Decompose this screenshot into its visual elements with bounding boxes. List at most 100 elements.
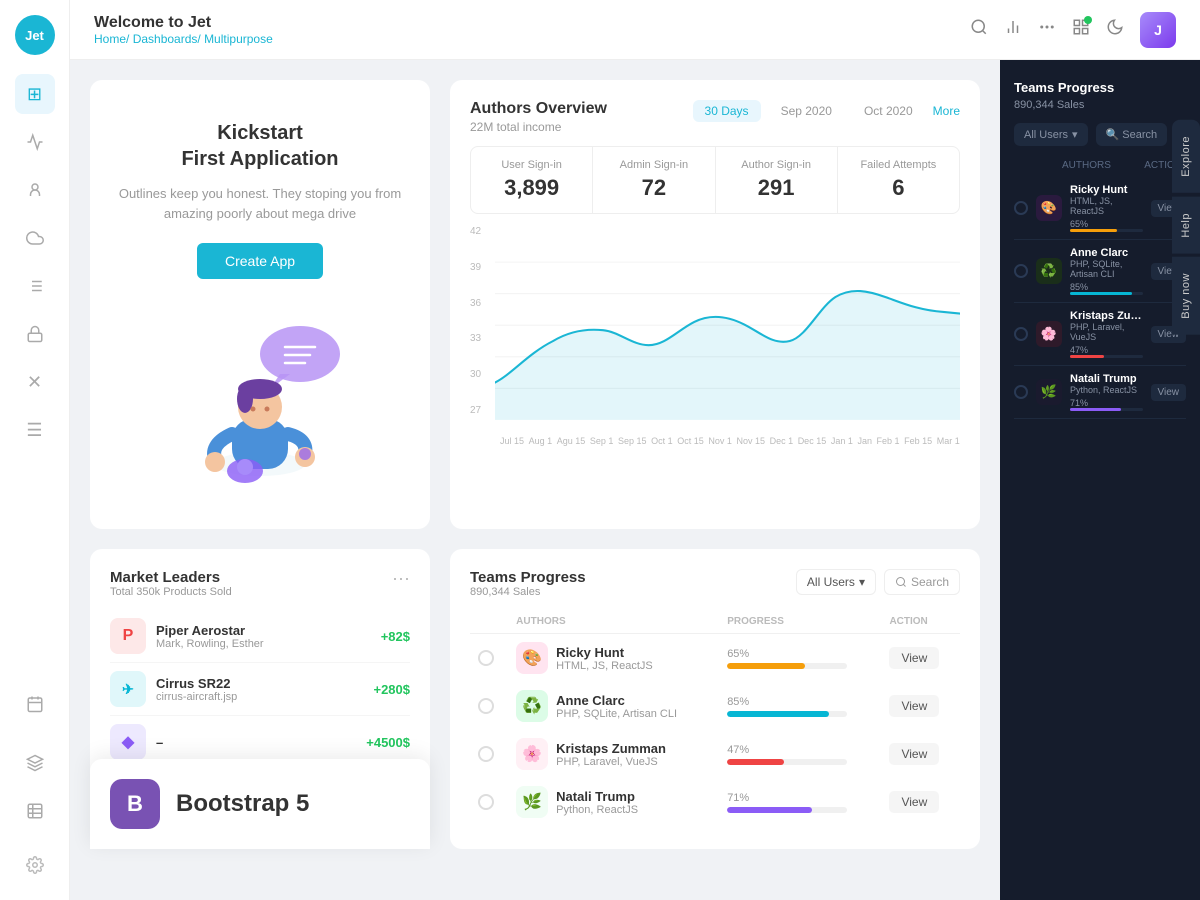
col-action: ACTION xyxy=(881,610,960,634)
dark-check-0[interactable] xyxy=(1014,201,1028,215)
top-row: Kickstart First Application Outlines kee… xyxy=(90,80,980,529)
page-title: Welcome to Jet xyxy=(94,14,970,32)
avatar[interactable]: J xyxy=(1140,12,1176,48)
search-box[interactable]: Search xyxy=(884,569,960,595)
row-progress-2: 47% xyxy=(719,730,881,778)
buy-now-tab[interactable]: Buy now xyxy=(1172,257,1200,335)
dark-check-2[interactable] xyxy=(1014,327,1028,341)
dark-teams-subtitle: 890,344 Sales xyxy=(1014,99,1186,111)
sidebar-item-layers[interactable] xyxy=(15,743,55,783)
view-button-3[interactable]: View xyxy=(889,791,939,813)
dark-filter[interactable]: All Users ▾ xyxy=(1014,123,1088,146)
main-content: Welcome to Jet Home/ Dashboards/ Multipu… xyxy=(70,0,1200,900)
dark-check-1[interactable] xyxy=(1014,264,1028,278)
row-check-2[interactable] xyxy=(470,730,508,778)
app-logo[interactable]: Jet xyxy=(15,15,55,55)
search-icon[interactable] xyxy=(970,18,988,41)
dark-avatar-3: 🌿 xyxy=(1036,379,1062,405)
market-options-icon[interactable]: ⋯ xyxy=(392,569,410,590)
sidebar-item-cloud[interactable] xyxy=(15,218,55,258)
sidebar-item-dashboard[interactable]: ⊞ xyxy=(15,74,55,114)
tab-30days[interactable]: 30 Days xyxy=(693,100,761,122)
teams-progress-card: Teams Progress 890,344 Sales All Users ▾… xyxy=(450,549,980,849)
progress-bar-wrap-3 xyxy=(727,807,847,813)
dark-table-header: AUTHORSACTION xyxy=(1014,160,1186,171)
dark-mode-icon[interactable] xyxy=(1106,18,1124,41)
sidebar-item-settings[interactable] xyxy=(15,845,55,885)
table-row: 🌿 Natali Trump Python, ReactJS 71% View xyxy=(470,778,960,826)
breadcrumb: Home/ Dashboards/ Multipurpose xyxy=(94,32,970,46)
progress-bar-wrap-0 xyxy=(727,663,847,669)
view-button-1[interactable]: View xyxy=(889,695,939,717)
dark-info-3: Natali Trump Python, ReactJS 71% xyxy=(1070,373,1143,411)
bottom-row: Market Leaders Total 350k Products Sold … xyxy=(90,549,980,849)
stat-admin-signin: Admin Sign-in 72 xyxy=(593,147,715,213)
kickstart-card: Kickstart First Application Outlines kee… xyxy=(90,80,430,529)
dark-search[interactable]: 🔍 Search xyxy=(1096,123,1168,146)
row-check-0[interactable] xyxy=(470,634,508,683)
bootstrap-icon: B xyxy=(110,779,160,829)
breadcrumb-multipurpose[interactable]: Multipurpose xyxy=(204,32,273,46)
row-author-3: 🌿 Natali Trump Python, ReactJS xyxy=(508,778,719,826)
help-tab[interactable]: Help xyxy=(1172,197,1200,254)
header: Welcome to Jet Home/ Dashboards/ Multipu… xyxy=(70,0,1200,60)
adjust-icon[interactable] xyxy=(1038,18,1056,41)
breadcrumb-home[interactable]: Home/ xyxy=(94,32,133,46)
dark-check-3[interactable] xyxy=(1014,385,1028,399)
sidebar: Jet ⊞ ✕ ☰ xyxy=(0,0,70,900)
market-value-2: +280$ xyxy=(373,682,410,697)
stat-failed-attempts: Failed Attempts 6 xyxy=(838,147,959,213)
tab-sep2020[interactable]: Sep 2020 xyxy=(769,100,844,122)
all-users-filter[interactable]: All Users ▾ xyxy=(796,569,876,595)
author-avatar-3: 🌿 xyxy=(516,786,548,818)
sidebar-item-close[interactable]: ✕ xyxy=(15,362,55,402)
view-button-2[interactable]: View xyxy=(889,743,939,765)
row-progress-3: 71% xyxy=(719,778,881,826)
search-icon xyxy=(895,576,907,588)
grid-icon[interactable] xyxy=(1072,18,1090,41)
sidebar-item-reports[interactable] xyxy=(15,266,55,306)
dark-avatar-2: 🌸 xyxy=(1036,321,1062,347)
explore-tab[interactable]: Explore xyxy=(1172,120,1200,193)
dark-view-btn-3[interactable]: View xyxy=(1151,384,1187,401)
row-author-2: 🌸 Kristaps Zumman PHP, Laravel, VueJS xyxy=(508,730,719,778)
row-check-3[interactable] xyxy=(470,778,508,826)
market-logo-2: ✈ xyxy=(110,671,146,707)
sidebar-item-users[interactable] xyxy=(15,170,55,210)
author-details-1: Anne Clarc PHP, SQLite, Artisan CLI xyxy=(556,693,677,720)
sidebar-item-calendar[interactable] xyxy=(15,684,55,724)
chevron-down-icon: ▾ xyxy=(859,575,865,589)
progress-bar-1 xyxy=(727,711,829,717)
chart-icon[interactable] xyxy=(1004,18,1022,41)
author-details-3: Natali Trump Python, ReactJS xyxy=(556,789,638,816)
authors-title: Authors Overview xyxy=(470,100,607,118)
sidebar-item-menu[interactable]: ☰ xyxy=(15,410,55,450)
row-progress-0: 65% xyxy=(719,634,881,683)
dark-row-1: ♻️ Anne Clarc PHP, SQLite, Artisan CLI 8… xyxy=(1014,240,1186,303)
dark-teams-title: Teams Progress xyxy=(1014,80,1186,95)
create-app-button[interactable]: Create App xyxy=(197,243,323,279)
authors-card: Authors Overview 22M total income 30 Day… xyxy=(450,80,980,529)
teams-table-header: AUTHORS PROGRESS ACTION xyxy=(470,610,960,634)
progress-bar-2 xyxy=(727,759,783,765)
right-panel: Explore Help Buy now Teams Progress 890,… xyxy=(1000,60,1200,900)
row-action-1: View xyxy=(881,682,960,730)
sidebar-item-analytics[interactable] xyxy=(15,122,55,162)
teams-title: Teams Progress xyxy=(470,569,586,586)
dark-info-0: Ricky Hunt HTML, JS, ReactJS 65% xyxy=(1070,184,1143,232)
view-button-0[interactable]: View xyxy=(889,647,939,669)
row-progress-1: 85% xyxy=(719,682,881,730)
market-info-1: Piper Aerostar Mark, Rowling, Esther xyxy=(156,623,381,650)
dark-controls: All Users ▾ 🔍 Search xyxy=(1014,123,1186,146)
market-value-3: +4500$ xyxy=(366,735,410,750)
sidebar-item-lock[interactable] xyxy=(15,314,55,354)
kickstart-title: Kickstart First Application xyxy=(181,120,338,172)
dark-row-0: 🎨 Ricky Hunt HTML, JS, ReactJS 65% View xyxy=(1014,177,1186,240)
tab-oct2020[interactable]: Oct 2020 xyxy=(852,100,925,122)
row-author-0: 🎨 Ricky Hunt HTML, JS, ReactJS xyxy=(508,634,719,683)
row-check-1[interactable] xyxy=(470,682,508,730)
tab-more[interactable]: More xyxy=(933,104,960,118)
sidebar-item-table[interactable] xyxy=(15,791,55,831)
market-leaders-title: Market Leaders xyxy=(110,569,232,586)
breadcrumb-dashboards[interactable]: Dashboards/ xyxy=(133,32,204,46)
